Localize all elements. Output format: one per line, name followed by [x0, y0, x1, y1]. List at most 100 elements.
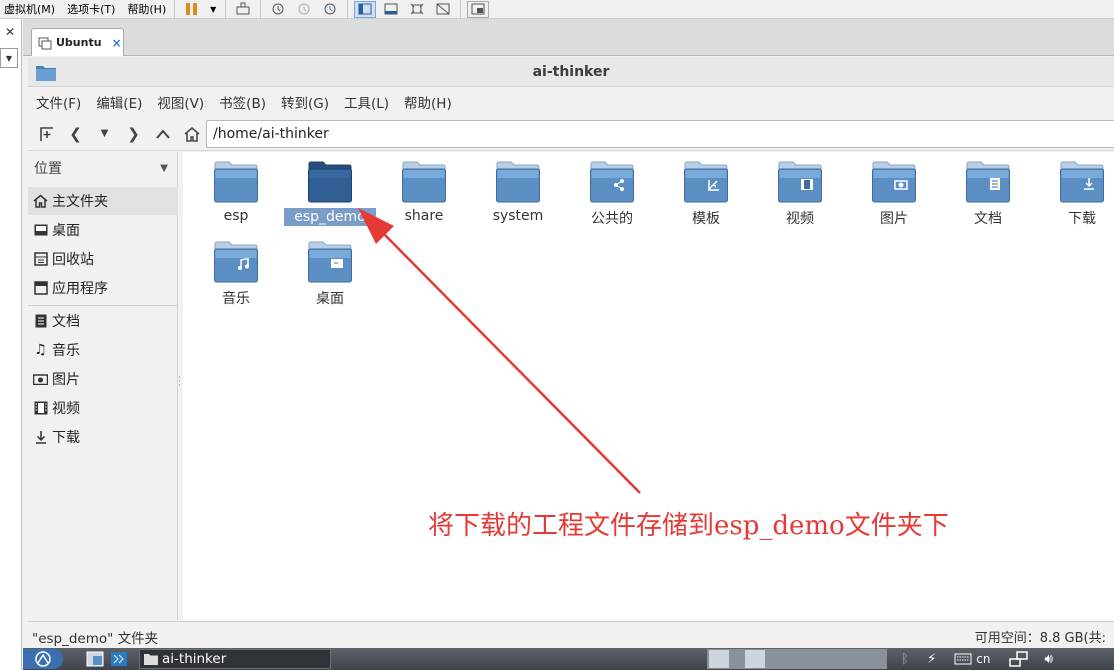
- sidebar-item-label: 图片: [52, 372, 80, 388]
- menu-help[interactable]: 帮助(H): [404, 92, 452, 112]
- sidebar-divider: [28, 305, 178, 306]
- power-icon[interactable]: ⚡: [927, 649, 936, 669]
- sidebar-item-videos[interactable]: 视频: [28, 394, 178, 422]
- workspace-switcher[interactable]: [707, 649, 887, 669]
- input-language[interactable]: cn: [976, 649, 990, 669]
- folder-item[interactable]: 音乐: [189, 240, 283, 318]
- folder-icon: [1060, 161, 1104, 203]
- terminal-launcher-icon[interactable]: [107, 649, 131, 669]
- chevron-down-icon[interactable]: ▼: [160, 163, 168, 174]
- folder-item[interactable]: 桌面: [283, 240, 377, 318]
- applications-icon: [32, 281, 49, 295]
- sidebar-item-documents[interactable]: 文档: [28, 307, 178, 335]
- unity-icon[interactable]: [432, 1, 454, 18]
- folder-icon: [308, 161, 352, 203]
- desktop-emblem-icon: [331, 259, 343, 268]
- network-icon[interactable]: [1008, 649, 1029, 669]
- host-menu-vm[interactable]: 虚拟机(M): [0, 1, 63, 17]
- taskbar: ai-thinker ᛒ ⚡ cn 🔊︎: [23, 648, 1114, 670]
- sidebar-item-desktop[interactable]: 桌面: [28, 216, 178, 244]
- desktop-icon: [32, 224, 49, 236]
- music-icon: ♫: [34, 342, 47, 358]
- folder-item[interactable]: 模板: [659, 160, 753, 238]
- thumbnail-bar-icon[interactable]: [380, 1, 402, 18]
- sidebar-item-home[interactable]: 主文件夹: [28, 187, 178, 215]
- sidebar-item-music[interactable]: ♫ 音乐: [28, 336, 178, 364]
- menu-file[interactable]: 文件(F): [36, 92, 81, 112]
- tab-ubuntu[interactable]: Ubuntu ×: [31, 28, 124, 56]
- folder-icon: [308, 241, 352, 283]
- host-menu-help[interactable]: 帮助(H): [123, 1, 174, 17]
- menu-view[interactable]: 视图(V): [157, 92, 204, 112]
- file-manager-launcher-icon[interactable]: [83, 649, 107, 669]
- console-view-icon[interactable]: [467, 0, 490, 18]
- folder-item[interactable]: 公共的: [565, 160, 659, 238]
- history-dropdown-icon[interactable]: ▼: [92, 121, 117, 147]
- workspace-2[interactable]: [745, 650, 765, 668]
- folder-item[interactable]: share: [377, 160, 471, 238]
- folder-icon: [966, 161, 1010, 203]
- app-menubar: 文件(F) 编辑(E) 视图(V) 书签(B) 转到(G) 工具(L) 帮助(H…: [28, 87, 1114, 116]
- sidebar-item-pictures[interactable]: 图片: [28, 365, 178, 393]
- sidebar-item-label: 主文件夹: [52, 194, 108, 210]
- folder-label: system: [492, 208, 544, 224]
- taskbar-window-ai-thinker[interactable]: ai-thinker: [139, 649, 331, 669]
- snapshot-manager-icon[interactable]: [319, 1, 341, 18]
- folder-label: 音乐: [222, 291, 250, 307]
- folder-item[interactable]: 下载: [1035, 160, 1114, 238]
- folder-item[interactable]: 视频: [753, 160, 847, 238]
- folder-icon: [402, 161, 446, 203]
- sidebar-toggle-icon[interactable]: [354, 0, 377, 18]
- home-icon[interactable]: [179, 121, 204, 147]
- document-emblem-icon: [990, 178, 1000, 190]
- keyboard-icon[interactable]: [954, 649, 972, 669]
- fullscreen-icon[interactable]: [406, 1, 428, 18]
- selection-status: "esp_demo" 文件夹: [32, 631, 159, 647]
- folder-item[interactable]: 图片: [847, 160, 941, 238]
- up-icon[interactable]: [150, 121, 175, 147]
- new-tab-icon[interactable]: [34, 121, 59, 147]
- host-menu-tabs[interactable]: 选项卡(T): [63, 1, 123, 17]
- sidebar-item-downloads[interactable]: 下载: [28, 423, 178, 451]
- pause-icon[interactable]: [181, 1, 203, 18]
- sidebar-header[interactable]: 位置 ▼: [28, 152, 178, 184]
- folder-item[interactable]: esp_demo: [283, 160, 377, 238]
- folder-label: esp_demo: [284, 208, 376, 226]
- close-icon[interactable]: ×: [112, 36, 122, 50]
- snapshot-icon[interactable]: [267, 1, 289, 18]
- menu-go[interactable]: 转到(G): [281, 92, 329, 112]
- menu-tools[interactable]: 工具(L): [344, 92, 389, 112]
- menu-edit[interactable]: 编辑(E): [96, 92, 142, 112]
- sidebar-item-label: 下载: [52, 430, 80, 446]
- downloads-icon: [32, 430, 49, 444]
- host-toolbar: ▼: [174, 0, 225, 19]
- bluetooth-icon[interactable]: ᛒ: [901, 649, 909, 669]
- folder-item[interactable]: 文档: [941, 160, 1035, 238]
- menu-bookmarks[interactable]: 书签(B): [219, 92, 266, 112]
- volume-icon[interactable]: 🔊︎: [1045, 649, 1054, 669]
- start-menu-icon[interactable]: [23, 649, 63, 669]
- folder-item[interactable]: system: [471, 160, 565, 238]
- chevron-down-icon[interactable]: ▼: [0, 48, 18, 68]
- file-view: esp esp_demo share system 公共的 模板 视频 图片 文档 下载音乐 桌面: [183, 152, 1114, 620]
- sidebar-item-label: 回收站: [52, 252, 94, 268]
- folder-icon: [496, 161, 540, 203]
- forward-icon[interactable]: ❯: [121, 121, 146, 147]
- sidebar: 位置 ▼ 主文件夹 桌面 回收站 应用程序 文档 ♫ 音乐 图片 视频 下载: [28, 152, 178, 620]
- sidebar-item-applications[interactable]: 应用程序: [28, 274, 178, 302]
- workspace-1[interactable]: [709, 650, 729, 668]
- send-keys-icon[interactable]: [232, 1, 254, 18]
- sidebar-header-label: 位置: [34, 161, 62, 177]
- folder-icon: [684, 161, 728, 203]
- snapshot-revert-icon[interactable]: [293, 1, 315, 18]
- annotation-text: 将下载的工程文件存储到esp_demo文件夹下: [428, 511, 949, 541]
- back-icon[interactable]: ❮: [63, 121, 88, 147]
- chevron-down-icon[interactable]: ▼: [207, 1, 219, 18]
- path-input[interactable]: /home/ai-thinker: [206, 120, 1114, 148]
- folder-icon: [872, 161, 916, 203]
- vm-tab-bar: Ubuntu ×: [23, 19, 1114, 56]
- folder-item[interactable]: esp: [189, 160, 283, 238]
- sidebar-item-trash[interactable]: 回收站: [28, 245, 178, 273]
- close-icon[interactable]: ✕: [5, 25, 15, 39]
- folder-label: 视频: [786, 211, 814, 227]
